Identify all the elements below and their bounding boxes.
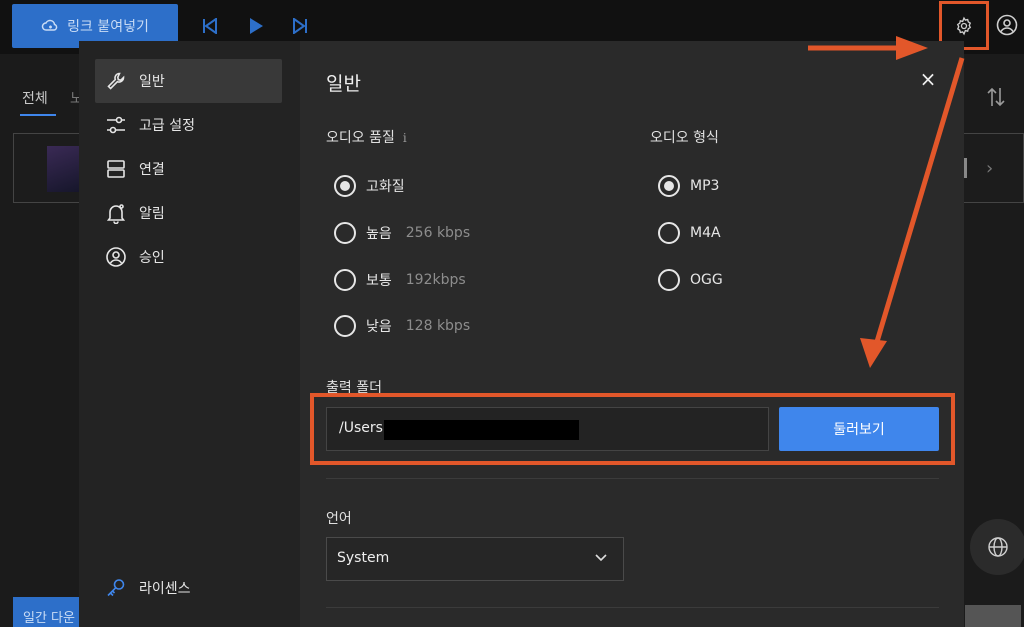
language-label: 언어 xyxy=(326,511,352,527)
quality-option-bitrate: 128 kbps xyxy=(405,318,471,334)
play-icon xyxy=(250,18,263,34)
play-button[interactable] xyxy=(245,15,267,37)
format-option-label: MP3 xyxy=(690,178,720,194)
server-icon xyxy=(107,160,125,178)
quality-option-label: 보통 xyxy=(366,273,392,289)
radio-unselected[interactable] xyxy=(658,222,680,244)
active-tab-indicator xyxy=(20,114,56,116)
sidebar-item-label: 연결 xyxy=(139,162,165,178)
wrench-icon xyxy=(107,72,125,90)
format-option-mp3[interactable]: MP3 xyxy=(658,175,719,197)
album-thumbnail xyxy=(47,146,79,192)
user-circle-icon xyxy=(996,14,1018,36)
globe-icon xyxy=(988,537,1008,557)
tab-all[interactable]: 전체 xyxy=(22,88,48,108)
link-cloud-icon xyxy=(41,19,58,31)
section-divider xyxy=(326,478,939,479)
sidebar-item-advanced[interactable]: 고급 설정 xyxy=(95,103,282,147)
audio-quality-label: 오디오 품질 i xyxy=(326,127,407,147)
sidebar-item-label: 알림 xyxy=(139,206,165,222)
language-globe-button[interactable] xyxy=(970,519,1024,575)
user-circle-icon xyxy=(106,247,126,267)
quality-option-hq[interactable]: 고화질 xyxy=(334,175,405,197)
quality-option-high[interactable]: 높음 256 kbps xyxy=(334,222,470,244)
sidebar-item-license[interactable]: 라이센스 xyxy=(95,566,282,610)
radio-selected[interactable] xyxy=(334,175,356,197)
sidebar-item-general[interactable]: 일반 xyxy=(95,59,282,103)
sidebar-item-connection[interactable]: 연결 xyxy=(95,147,282,191)
sidebar-item-label: 고급 설정 xyxy=(139,118,195,134)
sidebar-item-label: 일반 xyxy=(139,74,165,90)
format-option-label: OGG xyxy=(690,272,723,288)
sidebar-item-notifications[interactable]: 알림 xyxy=(95,191,282,235)
account-button[interactable] xyxy=(996,14,1018,36)
bottom-right-button[interactable] xyxy=(965,605,1021,627)
audio-format-label: 오디오 형식 xyxy=(650,130,719,146)
radio-unselected[interactable] xyxy=(334,315,356,337)
sidebar-item-label: 승인 xyxy=(139,250,165,266)
quality-option-label: 높음 xyxy=(366,226,392,242)
audio-quality-text: 오디오 품질 xyxy=(326,130,395,146)
quality-option-label: 고화질 xyxy=(366,179,405,195)
gear-icon xyxy=(956,16,972,35)
radio-unselected[interactable] xyxy=(334,269,356,291)
paste-link-label: 링크 붙여넣기 xyxy=(67,19,149,35)
radio-unselected[interactable] xyxy=(658,269,680,291)
sort-icon xyxy=(987,87,1005,107)
format-option-label: M4A xyxy=(690,225,721,241)
section-divider xyxy=(326,607,939,608)
browse-button[interactable]: 둘러보기 xyxy=(779,407,939,451)
format-option-m4a[interactable]: M4A xyxy=(658,222,721,244)
bell-icon xyxy=(106,204,126,224)
language-select[interactable]: System xyxy=(326,537,624,581)
quality-option-normal[interactable]: 보통 192kbps xyxy=(334,269,466,291)
radio-selected[interactable] xyxy=(658,175,680,197)
chevron-right-icon[interactable]: › xyxy=(986,158,993,179)
skip-forward-icon xyxy=(293,18,307,34)
page-title: 일반 xyxy=(326,73,361,95)
radio-unselected[interactable] xyxy=(334,222,356,244)
redaction-bar xyxy=(384,420,579,440)
format-option-ogg[interactable]: OGG xyxy=(658,269,723,291)
quality-option-bitrate: 256 kbps xyxy=(405,225,471,241)
language-select-value: System xyxy=(337,550,390,566)
quality-option-label: 낮음 xyxy=(366,319,392,335)
settings-content: 일반 × 오디오 품질 i 고화질 높음 256 kbps 보통 192kbps … xyxy=(300,41,964,627)
previous-button[interactable] xyxy=(199,15,221,37)
settings-modal: 일반 고급 설정 연결 알림 승인 라이센스 일반 × 오디오 품질 i 고화질… xyxy=(79,41,964,627)
info-icon[interactable]: i xyxy=(403,131,407,145)
item-divider xyxy=(964,158,967,178)
quality-option-bitrate: 192kbps xyxy=(405,272,466,288)
daily-download-button[interactable]: 일간 다운 xyxy=(13,597,79,627)
settings-sidebar: 일반 고급 설정 연결 알림 승인 라이센스 xyxy=(79,41,300,627)
next-button[interactable] xyxy=(289,15,311,37)
chevron-down-icon xyxy=(595,554,607,562)
sidebar-item-authorization[interactable]: 승인 xyxy=(95,235,282,279)
sort-button[interactable] xyxy=(986,86,1006,112)
sliders-icon xyxy=(107,116,125,134)
skip-back-icon xyxy=(203,18,217,34)
license-label: 라이센스 xyxy=(139,581,191,597)
quality-option-low[interactable]: 낮음 128 kbps xyxy=(334,315,470,337)
close-icon[interactable]: × xyxy=(917,68,939,90)
key-icon xyxy=(107,579,125,597)
